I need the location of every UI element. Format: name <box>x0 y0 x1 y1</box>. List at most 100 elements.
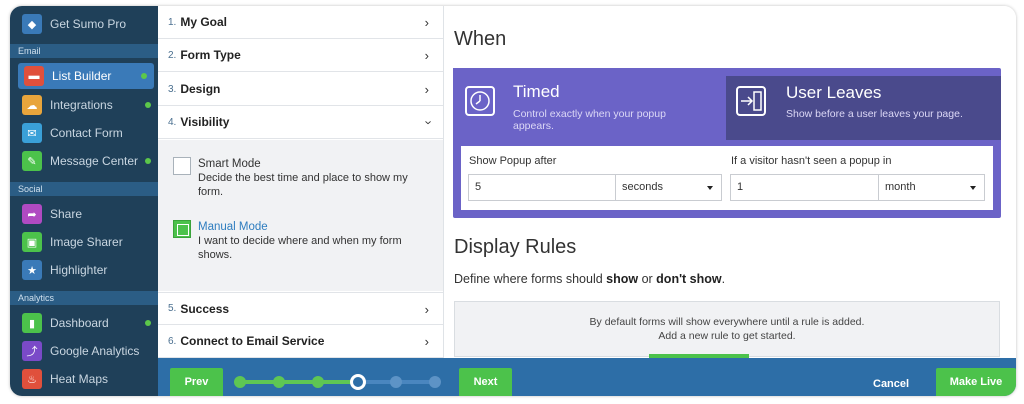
sidebar-item-label: Message Center <box>50 154 139 168</box>
rules-desc-dont-show: don't show <box>656 272 722 286</box>
smart-mode-option[interactable]: Smart Mode Decide the best time and plac… <box>173 157 428 199</box>
tab-timed-title: Timed <box>513 82 560 101</box>
sidebar-item-label: Google Analytics <box>50 344 140 358</box>
progress-step-1[interactable] <box>234 376 246 388</box>
rules-empty-state: By default forms will show everywhere un… <box>454 301 1000 358</box>
sidebar-item-google-analytics[interactable]: ⤴ Google Analytics <box>10 338 158 364</box>
highlighter-icon: ★ <box>22 260 42 280</box>
progress-step-4-current[interactable] <box>350 374 366 390</box>
manual-mode-checkbox[interactable] <box>173 220 191 238</box>
rules-desc-text: Define where forms should <box>454 272 607 286</box>
status-dot <box>145 158 151 164</box>
progress-step-6[interactable] <box>429 376 441 388</box>
sidebar-item-label: Dashboard <box>50 316 109 330</box>
show-after-input[interactable]: 5 <box>468 174 616 201</box>
sidebar-item-integrations[interactable]: ☁ Integrations <box>10 92 158 118</box>
step-form-type[interactable]: 2. Form Type › <box>158 39 443 72</box>
sidebar-item-highlighter[interactable]: ★ Highlighter <box>10 257 158 283</box>
show-after-unit-select[interactable]: seconds <box>615 174 722 201</box>
step-my-goal[interactable]: 1. My Goal › <box>158 6 443 39</box>
step-design[interactable]: 3. Design › <box>158 73 443 106</box>
message-center-icon: ✎ <box>22 151 42 171</box>
sidebar-item-label: Image Sharer <box>50 235 123 249</box>
sidebar-item-get-sumo-pro[interactable]: ◆ Get Sumo Pro <box>10 11 158 37</box>
tab-user-leaves-description: Show before a user leaves your page. <box>786 108 963 120</box>
timed-settings-panel: Show Popup after 5 seconds If a visitor … <box>461 146 993 210</box>
when-heading: When <box>454 28 507 50</box>
display-rules-heading: Display Rules <box>454 236 577 258</box>
display-rules-description: Define where forms should show or don't … <box>454 272 725 286</box>
step-number: 5. <box>168 303 177 314</box>
prev-button[interactable]: Prev <box>170 368 223 396</box>
app-window: ◆ Get Sumo Pro Email ▬ List Builder ☁ In… <box>10 6 1016 396</box>
sidebar-item-heat-maps[interactable]: ♨ Heat Maps <box>10 366 158 392</box>
step-number: 4. <box>168 116 177 128</box>
sidebar-item-label: Integrations <box>50 98 113 112</box>
tab-timed[interactable]: Timed Control exactly when your popup ap… <box>453 68 726 140</box>
sidebar-item-dashboard[interactable]: ▮ Dashboard <box>10 310 158 336</box>
sidebar-item-label: Share <box>50 207 83 221</box>
sidebar-item-label: Highlighter <box>50 263 108 277</box>
smart-mode-description: Decide the best time and place to show m… <box>198 172 408 198</box>
step-success[interactable]: 5. Success › <box>158 292 443 325</box>
main-content: When Timed Control exactly when your pop… <box>444 6 1016 358</box>
sidebar: ◆ Get Sumo Pro Email ▬ List Builder ☁ In… <box>10 6 158 396</box>
list-builder-icon: ▬ <box>24 66 44 86</box>
manual-mode-title: Manual Mode <box>198 221 268 233</box>
share-icon: ➦ <box>22 204 42 224</box>
chevron-right-icon: › <box>424 334 429 349</box>
progress-step-3[interactable] <box>312 376 324 388</box>
rules-empty-line-1: By default forms will show everywhere un… <box>589 316 865 328</box>
cancel-button[interactable]: Cancel <box>873 378 909 390</box>
tab-user-leaves[interactable]: User Leaves Show before a user leaves yo… <box>726 76 1001 140</box>
steps-panel: 1. My Goal › 2. Form Type › 3. Design › … <box>158 6 444 358</box>
not-seen-input[interactable]: 1 <box>730 174 879 201</box>
not-seen-unit-select[interactable]: month <box>878 174 985 201</box>
step-connect-email[interactable]: 6. Connect to Email Service › <box>158 325 443 358</box>
step-visibility[interactable]: 4. Visibility › <box>158 106 443 139</box>
dashboard-icon: ▮ <box>22 313 42 333</box>
rules-desc-show: show <box>606 272 639 286</box>
smart-mode-checkbox[interactable] <box>173 157 191 175</box>
chevron-right-icon: › <box>424 82 429 97</box>
sidebar-item-contact-form[interactable]: ✉ Contact Form <box>10 120 158 146</box>
status-dot <box>145 320 151 326</box>
rules-desc-or: or <box>638 272 657 286</box>
sidebar-item-label: Get Sumo Pro <box>50 17 127 31</box>
chevron-right-icon: › <box>424 15 429 30</box>
contact-form-icon: ✉ <box>22 123 42 143</box>
sidebar-item-message-center[interactable]: ✎ Message Center <box>10 148 158 174</box>
status-dot <box>145 102 151 108</box>
rules-desc-end: . <box>721 272 726 286</box>
sidebar-item-label: List Builder <box>52 69 112 83</box>
sidebar-item-list-builder[interactable]: ▬ List Builder <box>18 63 154 89</box>
step-title: Success <box>180 301 230 316</box>
manual-mode-description: I want to decide where and when my form … <box>198 235 402 261</box>
trigger-tabs: Timed Control exactly when your popup ap… <box>453 68 1001 218</box>
sidebar-item-image-sharer[interactable]: ▣ Image Sharer <box>10 229 158 255</box>
step-title: Design <box>180 82 221 96</box>
sidebar-item-share[interactable]: ➦ Share <box>10 201 158 227</box>
chevron-right-icon: › <box>424 302 429 317</box>
not-seen-label: If a visitor hasn't seen a popup in <box>731 155 892 167</box>
manual-mode-option[interactable]: Manual Mode I want to decide where and w… <box>173 220 428 262</box>
google-analytics-icon: ⤴ <box>22 341 42 361</box>
make-live-button[interactable]: Make Live <box>936 368 1016 396</box>
image-sharer-icon: ▣ <box>22 232 42 252</box>
step-title: My Goal <box>180 15 228 29</box>
progress-bar-complete <box>240 380 360 384</box>
tab-user-leaves-title: User Leaves <box>786 83 882 102</box>
progress-step-5[interactable] <box>390 376 402 388</box>
sidebar-item-label: Heat Maps <box>50 372 109 386</box>
progress-step-2[interactable] <box>273 376 285 388</box>
show-after-label: Show Popup after <box>469 155 557 167</box>
visibility-options: Smart Mode Decide the best time and plac… <box>158 140 443 291</box>
step-title: Visibility <box>180 115 230 129</box>
step-title: Connect to Email Service <box>180 334 325 348</box>
diamond-icon: ◆ <box>22 14 42 34</box>
bottom-bar: Prev Next Cancel Make Live <box>158 358 1016 396</box>
chevron-down-icon: › <box>421 120 437 125</box>
rules-empty-line-2: Add a new rule to get started. <box>658 330 796 342</box>
next-button[interactable]: Next <box>459 368 512 396</box>
step-number: 3. <box>168 83 177 95</box>
